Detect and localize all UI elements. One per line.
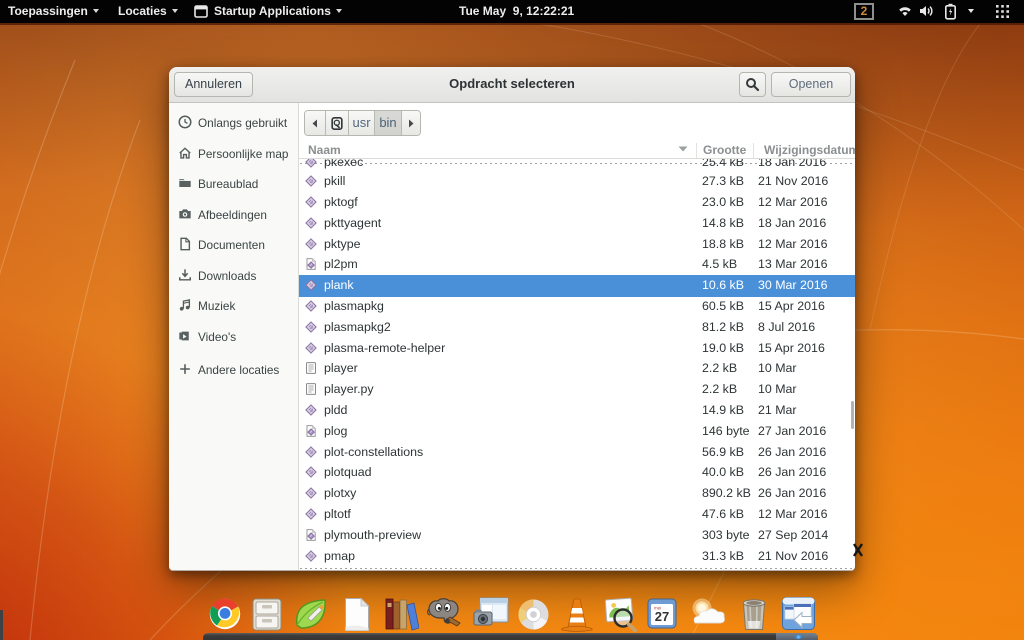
svg-text:mei: mei xyxy=(654,606,661,611)
svg-text:27: 27 xyxy=(655,609,669,624)
